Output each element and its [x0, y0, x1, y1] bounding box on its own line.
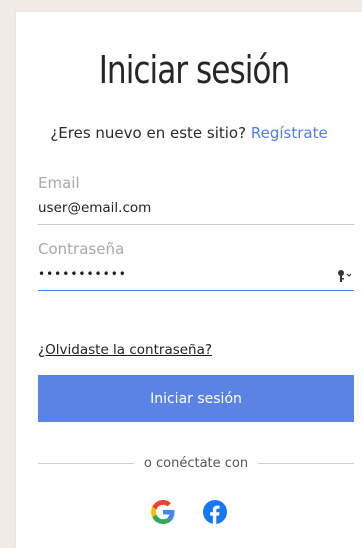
divider-text: o conéctate con [143, 456, 249, 471]
email-underline [38, 224, 354, 225]
password-manager-key-icon[interactable] [336, 268, 354, 284]
signup-prompt: ¿Eres nuevo en este sitio? Regístrate [16, 124, 362, 142]
email-label: Email [38, 174, 80, 192]
facebook-login-button[interactable] [201, 498, 229, 526]
password-field[interactable]: Contraseña ••••••••••• [38, 240, 354, 291]
forgot-password-link[interactable]: ¿Olvidaste la contraseña? [38, 342, 212, 358]
password-input[interactable]: ••••••••••• [38, 264, 354, 284]
google-login-button[interactable] [149, 498, 177, 526]
password-label: Contraseña [38, 240, 125, 258]
signup-link[interactable]: Regístrate [251, 124, 328, 142]
signup-prompt-text: ¿Eres nuevo en este sitio? [50, 124, 247, 142]
page-title: Iniciar sesión [98, 48, 291, 92]
social-divider: o conéctate con [38, 456, 355, 471]
email-field[interactable]: Email user@email.com [38, 174, 354, 225]
key-icon [338, 270, 352, 282]
login-button[interactable]: Iniciar sesión [38, 375, 354, 422]
facebook-icon [203, 500, 227, 524]
login-card: Iniciar sesión ¿Eres nuevo en este sitio… [16, 12, 362, 548]
divider-line-left [38, 463, 134, 464]
social-login-buttons [16, 498, 362, 526]
password-underline [38, 290, 354, 291]
email-input[interactable]: user@email.com [38, 198, 354, 218]
divider-line-right [258, 463, 355, 464]
google-icon [151, 500, 175, 524]
